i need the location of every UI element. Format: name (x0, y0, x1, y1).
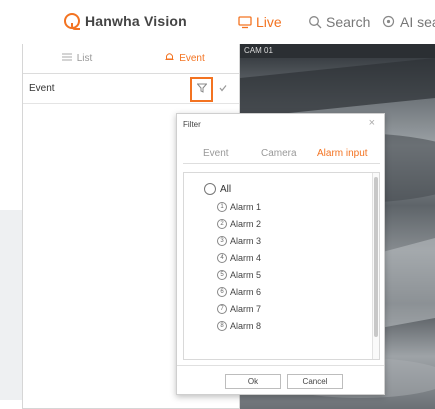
checkmark-icon[interactable] (219, 84, 227, 95)
list-item-label: Alarm 2 (230, 219, 262, 229)
brand-name: Hanwha Vision (85, 13, 187, 29)
event-filter-row: Event (23, 74, 239, 104)
scrollbar[interactable] (372, 173, 379, 359)
number-icon: 3 (217, 236, 227, 246)
list-icon (61, 53, 72, 64)
nav-live[interactable]: Live (238, 14, 282, 30)
tab-event-label: Event (179, 53, 205, 64)
nav-ai-search-label: AI sea (400, 14, 435, 30)
option-all-label: All (220, 183, 232, 195)
ok-button[interactable]: Ok (225, 374, 281, 389)
brand-logo: Hanwha Vision (64, 13, 187, 30)
event-row-label: Event (29, 83, 55, 94)
filter-button[interactable] (190, 77, 213, 102)
list-item-label: Alarm 7 (230, 304, 262, 314)
nav-search-label: Search (326, 14, 371, 30)
scrollbar-thumb[interactable] (374, 177, 378, 337)
dialog-tabs: Event Camera Alarm input (183, 142, 380, 164)
tab-camera-filter[interactable]: Camera (261, 148, 297, 159)
number-icon: 7 (217, 304, 227, 314)
tab-alarm-input[interactable]: Alarm input (317, 148, 368, 159)
number-icon: 5 (217, 270, 227, 280)
radio-icon[interactable] (204, 183, 216, 195)
number-icon: 2 (217, 219, 227, 229)
list-item[interactable]: 8 Alarm 8 (217, 321, 261, 331)
hanwha-logo-icon (64, 13, 80, 30)
filter-icon (195, 83, 208, 96)
nav-search[interactable]: Search (308, 14, 370, 30)
tab-list-label: List (76, 53, 93, 64)
monitor-icon (238, 15, 252, 29)
list-item[interactable]: 5 Alarm 5 (217, 270, 261, 280)
list-item-label: Alarm 6 (230, 287, 262, 297)
number-icon: 8 (217, 321, 227, 331)
tab-event[interactable]: Event (131, 44, 239, 73)
camera-title: CAM 01 (240, 44, 435, 58)
list-item[interactable]: 2 Alarm 2 (217, 219, 261, 229)
panel-tabs: List Event (23, 44, 239, 74)
tab-event-filter[interactable]: Event (203, 148, 229, 159)
bell-icon (165, 52, 174, 65)
search-icon (308, 15, 322, 29)
list-item[interactable]: 3 Alarm 3 (217, 236, 261, 246)
ai-search-icon (382, 15, 396, 29)
list-item-label: Alarm 3 (230, 236, 262, 246)
nav-live-label: Live (256, 14, 282, 30)
filter-dialog: Filter × Event Camera Alarm input All 1 … (176, 113, 385, 395)
list-item[interactable]: 1 Alarm 1 (217, 202, 261, 212)
background-shape (0, 210, 24, 400)
list-item-label: Alarm 5 (230, 270, 262, 280)
cancel-button[interactable]: Cancel (287, 374, 343, 389)
list-item-label: Alarm 4 (230, 253, 262, 263)
list-item-label: Alarm 8 (230, 321, 262, 331)
alarm-input-list: All 1 Alarm 1 2 Alarm 2 3 Alarm 3 4 Alar… (183, 172, 380, 360)
list-item[interactable]: 7 Alarm 7 (217, 304, 261, 314)
dialog-title: Filter (183, 120, 201, 129)
top-header: Hanwha Vision Live Search AI sea (0, 0, 435, 44)
close-icon[interactable]: × (369, 117, 375, 129)
number-icon: 4 (217, 253, 227, 263)
number-icon: 6 (217, 287, 227, 297)
list-item-label: Alarm 1 (230, 202, 262, 212)
nav-ai-search[interactable]: AI sea (382, 14, 435, 30)
number-icon: 1 (217, 202, 227, 212)
option-all[interactable]: All (204, 183, 231, 195)
tab-list[interactable]: List (23, 44, 131, 73)
list-item[interactable]: 6 Alarm 6 (217, 287, 261, 297)
dialog-divider (177, 365, 384, 366)
list-item[interactable]: 4 Alarm 4 (217, 253, 261, 263)
